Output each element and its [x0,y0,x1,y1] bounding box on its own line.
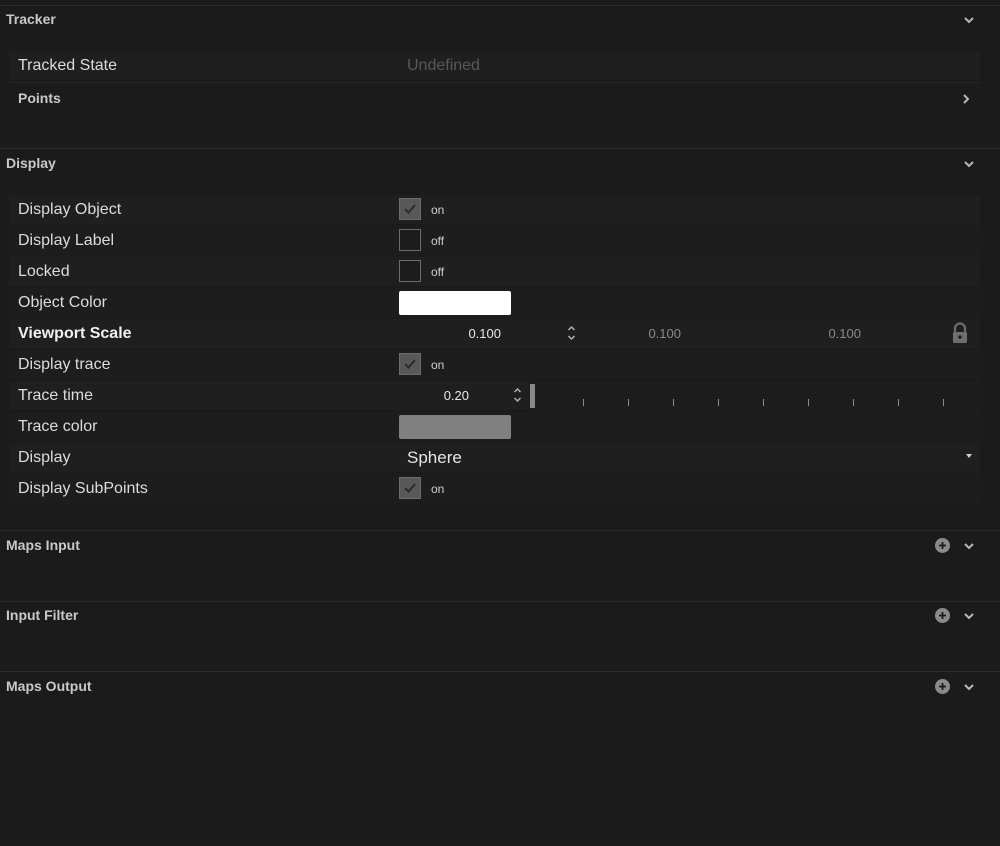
add-icon[interactable] [935,608,950,623]
trace-time-input[interactable]: 0.20 [409,381,469,410]
row-locked: Locked off [9,257,980,286]
slider-tick [808,399,809,406]
row-trace-color: Trace color [9,412,980,441]
display-label-checkbox[interactable] [399,229,421,251]
row-display-label: Display Label off [9,226,980,255]
slider-tick [628,399,629,406]
row-trace-time: Trace time 0.20 [9,381,980,410]
viewport-scale-y-input[interactable]: 0.100 [599,319,681,348]
slider-tick [898,399,899,406]
row-viewport-scale: Viewport Scale 0.100 0.100 0.100 [9,319,980,348]
display-trace-checkbox[interactable] [399,353,421,375]
spinner-arrows-icon[interactable] [566,321,576,345]
lock-icon[interactable] [949,322,971,344]
section-divider [0,671,1000,672]
locked-checkbox[interactable] [399,260,421,282]
section-title-tracker[interactable]: Tracker [6,11,56,27]
dropdown-arrow-icon[interactable] [966,454,972,458]
top-border [0,5,1000,6]
locked-state: off [431,265,445,279]
display-object-label: Display Object [18,201,122,218]
tracked-state-label: Tracked State [18,57,118,74]
display-subpoints-state: on [431,482,445,496]
slider-tick [673,399,674,406]
trace-color-label: Trace color [18,418,98,435]
points-subsection-title[interactable]: Points [18,90,61,106]
section-divider [0,530,1000,531]
checkmark-icon [404,483,416,493]
slider-tick [853,399,854,406]
row-display-trace: Display trace on [9,350,980,379]
display-subpoints-label: Display SubPoints [18,480,148,497]
chevron-down-icon[interactable] [962,157,976,171]
display-label-state: off [431,234,445,248]
display-mode-value: Sphere [407,448,462,467]
row-display-object: Display Object on [9,195,980,224]
display-trace-state: on [431,358,445,372]
slider-tick [763,399,764,406]
locked-label: Locked [18,263,70,280]
viewport-scale-z-input[interactable]: 0.100 [779,319,861,348]
add-icon[interactable] [935,679,950,694]
trace-time-slider[interactable] [530,381,980,410]
section-title-maps-input[interactable]: Maps Input [6,537,80,553]
slider-handle[interactable] [530,384,535,408]
chevron-down-icon[interactable] [962,680,976,694]
viewport-scale-x-input[interactable]: 0.100 [419,319,501,348]
slider-tick [718,399,719,406]
row-tracked-state: Tracked State Undefined [9,51,980,80]
display-mode-label: Display [18,449,71,466]
tracked-state-value: Undefined [407,57,480,74]
object-color-swatch[interactable] [399,291,511,315]
chevron-down-icon[interactable] [962,539,976,553]
viewport-scale-label: Viewport Scale [18,325,132,342]
display-subpoints-checkbox[interactable] [399,477,421,499]
slider-tick [943,399,944,406]
section-title-maps-output[interactable]: Maps Output [6,678,92,694]
section-title-input-filter[interactable]: Input Filter [6,607,78,623]
slider-tick [583,399,584,406]
display-label-label: Display Label [18,232,115,249]
display-trace-label: Display trace [18,356,111,373]
divider [9,82,980,83]
checkmark-icon [404,204,416,214]
section-divider [0,148,1000,149]
checkmark-icon [404,359,416,369]
display-mode-dropdown[interactable] [399,443,980,472]
object-color-label: Object Color [18,294,107,311]
chevron-right-icon[interactable] [959,92,973,106]
row-display-subpoints: Display SubPoints on [9,474,980,503]
section-title-display[interactable]: Display [6,155,56,171]
row-display-mode: Display Sphere [9,443,980,472]
spinner-arrows-icon[interactable] [512,383,522,407]
chevron-down-icon[interactable] [962,609,976,623]
section-divider [0,601,1000,602]
display-object-state: on [431,203,445,217]
display-object-checkbox[interactable] [399,198,421,220]
add-icon[interactable] [935,538,950,553]
trace-time-label: Trace time [18,387,93,404]
chevron-down-icon[interactable] [962,13,976,27]
trace-color-swatch[interactable] [399,415,511,439]
row-object-color: Object Color [9,288,980,317]
